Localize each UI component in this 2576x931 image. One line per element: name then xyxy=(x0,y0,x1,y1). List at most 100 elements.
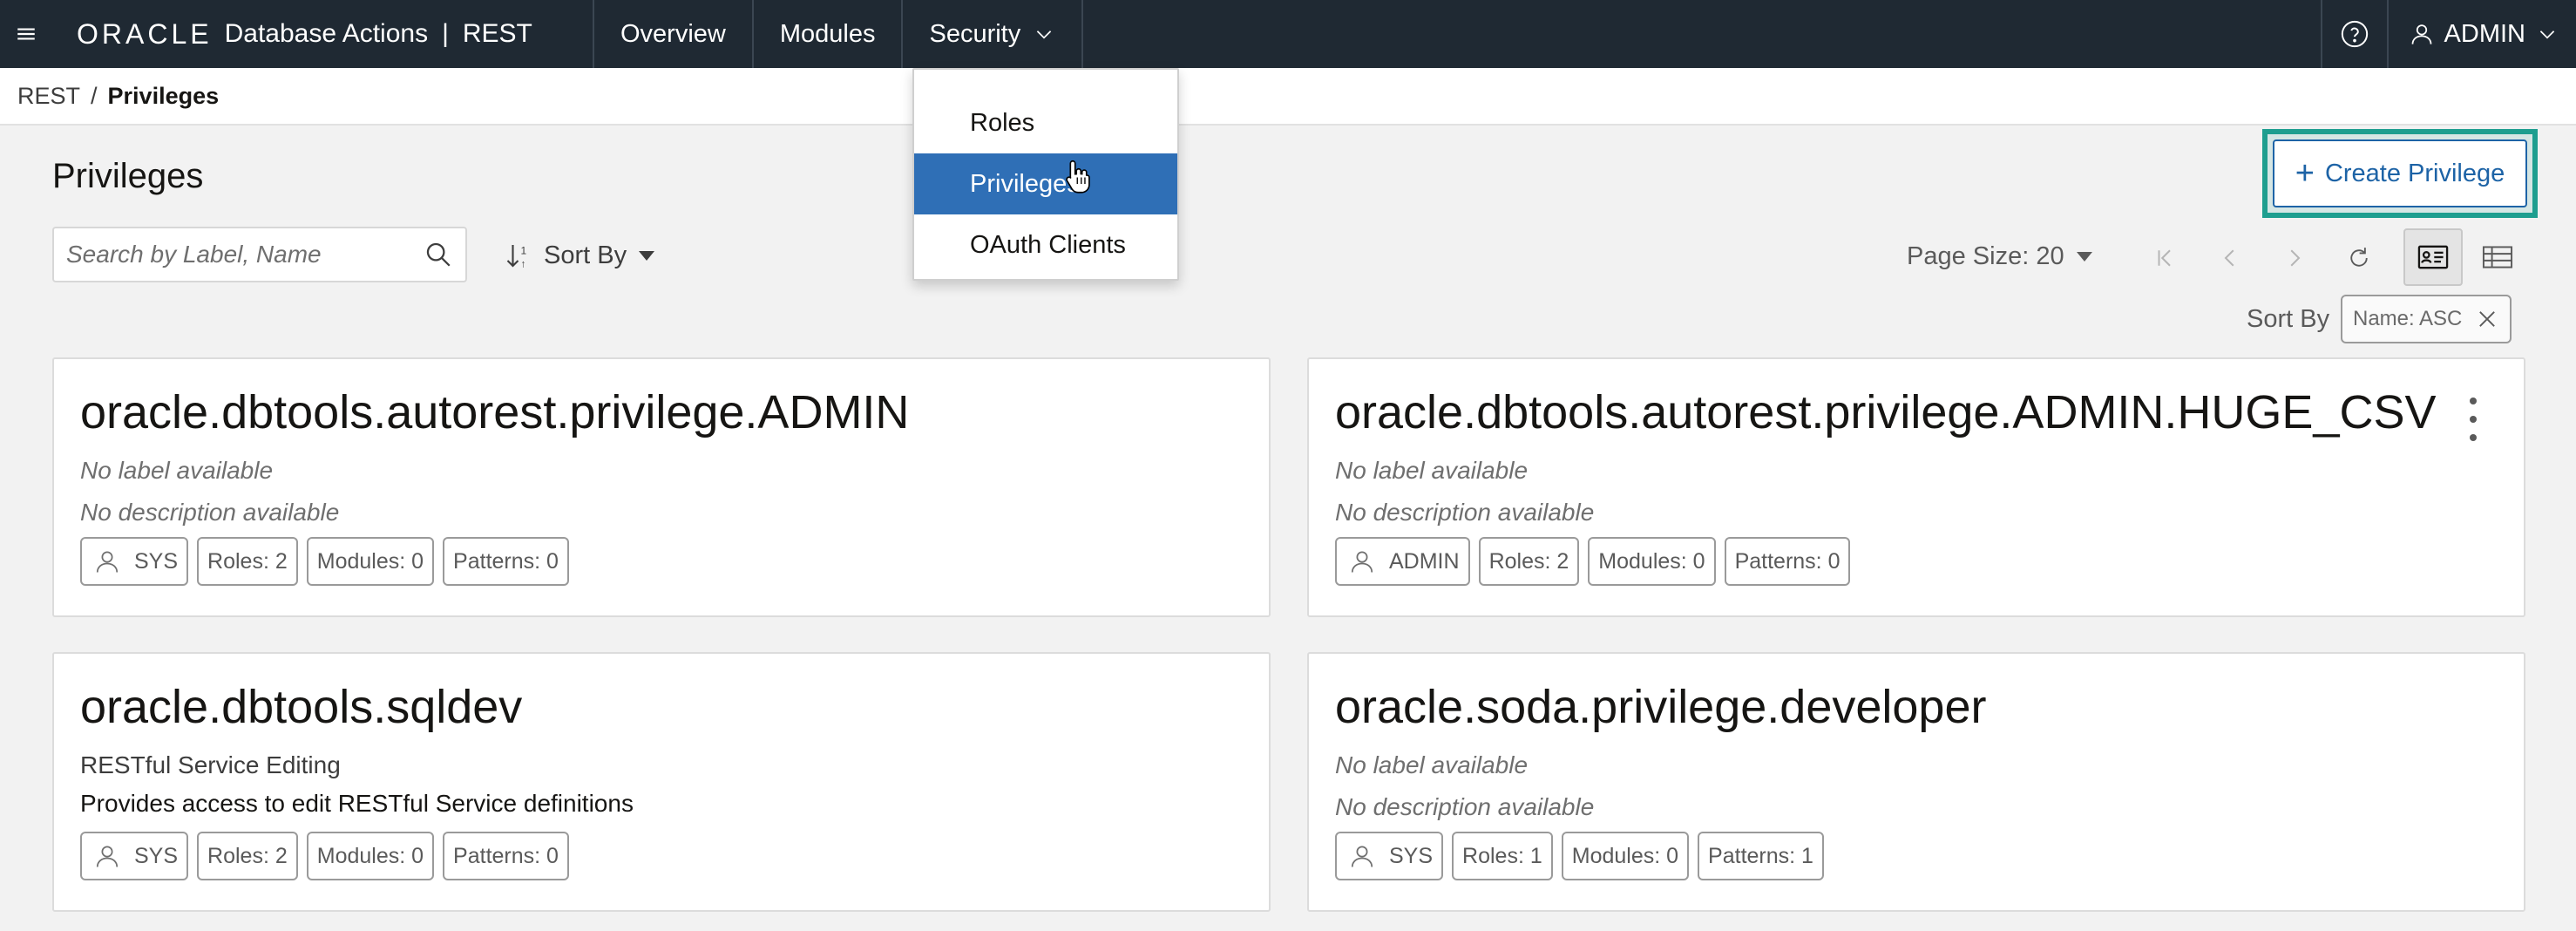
patterns-chip: Patterns: 0 xyxy=(443,537,569,586)
nav-security-label: Security xyxy=(929,19,1021,48)
breadcrumb: REST / Privileges xyxy=(0,68,2576,126)
create-privilege-label: Create Privilege xyxy=(2324,159,2505,187)
plus-icon: + xyxy=(2295,155,2315,192)
card-label: No label available xyxy=(1335,457,1529,484)
breadcrumb-current: Privileges xyxy=(107,82,220,109)
person-icon xyxy=(2411,24,2431,44)
breadcrumb-separator: / xyxy=(91,82,98,109)
breadcrumb-rest-link[interactable]: REST xyxy=(17,83,80,110)
nav-modules[interactable]: Modules xyxy=(751,0,902,68)
card-title: oracle.soda.privilege.developer xyxy=(1335,681,1987,733)
roles-chip: Roles: 2 xyxy=(1478,537,1580,586)
help-button[interactable] xyxy=(2320,0,2387,68)
owner-chip: SYS xyxy=(1335,832,1444,880)
card-title: oracle.dbtools.autorest.privilege.ADMIN.… xyxy=(1335,386,2437,438)
caret-down-icon xyxy=(639,250,655,261)
refresh-button[interactable] xyxy=(2327,230,2391,286)
modules-chip: Modules: 0 xyxy=(306,832,435,880)
card-title: oracle.dbtools.sqldev xyxy=(80,681,523,733)
roles-chip: Roles: 1 xyxy=(1452,832,1553,880)
privilege-card[interactable]: oracle.dbtools.sqldev RESTful Service Ed… xyxy=(52,652,1271,912)
card-label: No label available xyxy=(80,457,274,484)
sort-by-dropdown[interactable]: 1 ↑ Sort By xyxy=(504,234,655,277)
nav-overview-label: Overview xyxy=(620,19,726,48)
card-chips: SYS Roles: 2 Modules: 0 Patterns: 0 xyxy=(80,832,578,880)
sort-by-label-right: Sort By xyxy=(2247,305,2330,333)
first-page-icon xyxy=(2158,249,2171,267)
create-privilege-button[interactable]: + Create Privilege xyxy=(2273,139,2527,207)
card-description: Provides access to edit RESTful Service … xyxy=(80,790,634,817)
owner-label: SYS xyxy=(134,843,179,868)
owner-label: SYS xyxy=(134,548,179,574)
patterns-chip: Patterns: 1 xyxy=(1698,832,1824,880)
card-view-toggle[interactable] xyxy=(2403,228,2463,286)
menu-item-roles[interactable]: Roles xyxy=(914,92,1177,153)
search-icon[interactable] xyxy=(424,240,453,269)
privilege-card[interactable]: oracle.dbtools.autorest.privilege.ADMIN … xyxy=(52,357,1271,617)
owner-label: SYS xyxy=(1389,843,1434,868)
hamburger-menu-icon[interactable] xyxy=(0,0,52,68)
app-name: Database Actions xyxy=(224,19,429,48)
owner-label: ADMIN xyxy=(1389,548,1460,574)
card-description: No description available xyxy=(80,499,340,526)
person-icon xyxy=(1351,551,1373,573)
card-chips: SYS Roles: 1 Modules: 0 Patterns: 1 xyxy=(1335,832,1833,880)
user-menu-button[interactable]: ADMIN xyxy=(2386,0,2576,68)
owner-chip: SYS xyxy=(80,832,189,880)
sort-icon: 1↑ xyxy=(506,245,527,270)
section-name: REST xyxy=(462,19,532,48)
next-page-button[interactable] xyxy=(2262,230,2327,286)
person-icon xyxy=(96,551,119,573)
table-view-toggle[interactable] xyxy=(2468,228,2527,286)
username: ADMIN xyxy=(2444,19,2525,48)
nav-overview[interactable]: Overview xyxy=(593,0,752,68)
create-privilege-highlight: + Create Privilege xyxy=(2262,129,2538,218)
roles-chip: Roles: 2 xyxy=(197,832,298,880)
hand-pointer-icon xyxy=(1066,160,1090,194)
patterns-chip: Patterns: 0 xyxy=(1724,537,1851,586)
menu-item-oauth-clients[interactable]: OAuth Clients xyxy=(914,214,1177,275)
search-box xyxy=(52,227,467,282)
nav-security[interactable]: Security xyxy=(901,0,1084,68)
sort-chip: Name: ASC xyxy=(2341,295,2512,343)
chevron-left-icon xyxy=(2224,249,2234,267)
card-description: No description available xyxy=(1335,793,1595,820)
modules-chip: Modules: 0 xyxy=(1588,537,1716,586)
nav-modules-label: Modules xyxy=(779,19,876,48)
security-dropdown-menu: Roles Privileges OAuth Clients xyxy=(912,68,1179,281)
modules-chip: Modules: 0 xyxy=(1561,832,1690,880)
brand[interactable]: ORACLE Database Actions | REST xyxy=(52,0,532,68)
sort-by-label: Sort By xyxy=(544,241,627,269)
card-chips: SYS Roles: 2 Modules: 0 Patterns: 0 xyxy=(80,537,578,586)
privilege-card[interactable]: oracle.dbtools.autorest.privilege.ADMIN.… xyxy=(1307,357,2525,617)
card-description: No description available xyxy=(1335,499,1595,526)
svg-text:↑: ↑ xyxy=(521,258,526,270)
top-right-controls: ADMIN xyxy=(2320,0,2576,68)
card-title: oracle.dbtools.autorest.privilege.ADMIN xyxy=(80,386,910,438)
person-icon xyxy=(96,846,119,867)
more-options-icon[interactable] xyxy=(2464,398,2482,441)
refresh-icon xyxy=(2350,248,2368,267)
card-view-icon xyxy=(2417,245,2449,269)
oracle-logo: ORACLE xyxy=(77,17,213,50)
previous-page-button[interactable] xyxy=(2198,230,2262,286)
caret-down-icon xyxy=(2076,252,2092,262)
modules-chip: Modules: 0 xyxy=(306,537,435,586)
close-icon[interactable] xyxy=(2475,307,2499,331)
chevron-down-icon xyxy=(2539,31,2555,39)
brand-separator: | xyxy=(442,19,449,48)
menu-item-privileges[interactable]: Privileges xyxy=(914,153,1177,214)
search-input[interactable] xyxy=(66,241,424,268)
top-nav: Overview Modules Security xyxy=(593,0,1084,68)
card-label: RESTful Service Editing xyxy=(80,751,341,778)
chevron-right-icon xyxy=(2290,249,2301,267)
pagination xyxy=(2133,230,2391,286)
first-page-button[interactable] xyxy=(2133,230,2198,286)
question-circle-icon xyxy=(2341,20,2368,48)
page-title: Privileges xyxy=(52,157,204,195)
page-size-dropdown[interactable]: Page Size: 20 xyxy=(1907,242,2092,271)
person-icon xyxy=(1351,846,1373,867)
page-size-label: Page Size: 20 xyxy=(1907,242,2064,270)
card-chips: ADMIN Roles: 2 Modules: 0 Patterns: 0 xyxy=(1335,537,1859,586)
privilege-card[interactable]: oracle.soda.privilege.developer No label… xyxy=(1307,652,2525,912)
